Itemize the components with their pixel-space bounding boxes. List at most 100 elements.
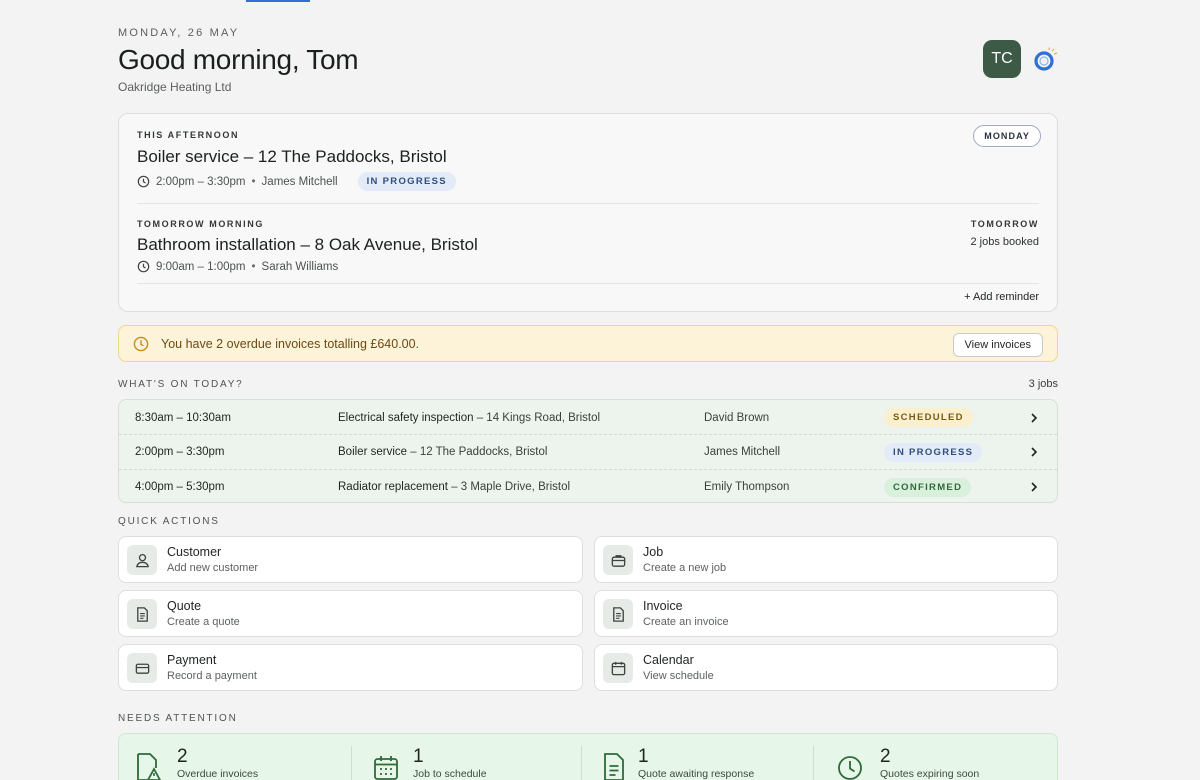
alert-text: You have 2 overdue invoices totalling £6… bbox=[161, 336, 420, 351]
tomorrow-label: TOMORROW bbox=[970, 219, 1039, 229]
chevron-right-icon[interactable] bbox=[1028, 481, 1040, 493]
status-badge: IN PROGRESS bbox=[357, 172, 456, 191]
calendar-icon bbox=[374, 756, 398, 780]
job-customer: David Brown bbox=[704, 411, 770, 424]
needs-label: Job to schedule bbox=[413, 768, 487, 780]
needs-count: 2 bbox=[880, 746, 891, 767]
current-job-kicker: THIS AFTERNOON bbox=[137, 130, 240, 140]
next-job-meta: 9:00am – 1:00pm • Sarah Williams bbox=[137, 260, 338, 273]
job-address: – 3 Maple Drive, Bristol bbox=[447, 481, 571, 493]
current-job-meta: 2:00pm – 3:30pm • James Mitchell IN PROG… bbox=[137, 172, 456, 191]
needs-attention-panel: 2 Overdue invoices 1 Job to schedule 1 Q… bbox=[118, 733, 1058, 780]
clock-icon bbox=[137, 175, 150, 188]
tomorrow-jobs-count: 2 jobs booked bbox=[970, 236, 1040, 248]
today-jobs-list: 8:30am – 10:30am Electrical safety inspe… bbox=[118, 399, 1058, 503]
document-icon bbox=[127, 599, 157, 629]
table-row[interactable]: 4:00pm – 5:30pm Radiator replacement – 3… bbox=[119, 469, 1057, 502]
needs-item-overdue-invoices[interactable]: 2 Overdue invoices bbox=[135, 734, 345, 780]
section-heading-needs-attention: NEEDS ATTENTION bbox=[118, 713, 238, 724]
needs-label: Quotes expiring soon bbox=[880, 768, 980, 780]
current-job-title[interactable]: Boiler service – 12 The Paddocks, Bristo… bbox=[137, 147, 447, 167]
needs-count: 1 bbox=[638, 746, 649, 767]
upcoming-jobs-card: MONDAY THIS AFTERNOON Boiler service – 1… bbox=[118, 113, 1058, 312]
job-type: Electrical safety inspection bbox=[338, 411, 474, 424]
current-job-time: 2:00pm – 3:30pm bbox=[156, 175, 246, 188]
table-row[interactable]: 2:00pm – 3:30pm Boiler service – 12 The … bbox=[119, 434, 1057, 469]
card-icon bbox=[127, 653, 157, 683]
divider bbox=[581, 746, 582, 780]
table-row[interactable]: 8:30am – 10:30am Electrical safety inspe… bbox=[119, 400, 1057, 435]
next-job-person: Sarah Williams bbox=[261, 260, 339, 273]
quick-action-title: Calendar bbox=[643, 653, 694, 667]
quick-action-subtitle: Create a quote bbox=[167, 616, 240, 628]
quick-action-invoice[interactable]: Invoice Create an invoice bbox=[594, 590, 1058, 637]
needs-item-quote-awaiting[interactable]: 1 Quote awaiting response bbox=[601, 734, 821, 780]
chevron-right-icon[interactable] bbox=[1028, 446, 1040, 458]
divider bbox=[813, 746, 814, 780]
job-address: – 14 Kings Road, Bristol bbox=[473, 411, 601, 424]
quick-action-quote[interactable]: Quote Create a quote bbox=[118, 590, 583, 637]
view-invoices-button[interactable]: View invoices bbox=[952, 333, 1043, 357]
add-reminder-button[interactable]: + Add reminder bbox=[964, 291, 1039, 303]
quick-action-title: Job bbox=[643, 545, 664, 559]
briefcase-icon bbox=[603, 545, 633, 575]
job-customer: James Mitchell bbox=[704, 446, 781, 458]
needs-item-job-to-schedule[interactable]: 1 Job to schedule bbox=[373, 734, 583, 780]
job-time: 2:00pm – 3:30pm bbox=[135, 446, 225, 458]
needs-count: 2 bbox=[177, 746, 188, 767]
quick-action-title: Invoice bbox=[643, 599, 683, 613]
job-type: Radiator replacement bbox=[338, 481, 448, 493]
status-badge: SCHEDULED bbox=[884, 408, 973, 427]
clock-icon bbox=[137, 260, 150, 273]
job-address: – 12 The Paddocks, Bristol bbox=[407, 446, 548, 458]
document-icon bbox=[604, 753, 624, 780]
job-description: Radiator replacement – 3 Maple Drive, Br… bbox=[338, 481, 570, 493]
clock-icon bbox=[838, 756, 862, 780]
quick-action-title: Customer bbox=[167, 545, 222, 559]
person-icon bbox=[127, 545, 157, 575]
avatar[interactable]: TC bbox=[983, 40, 1021, 78]
quick-action-title: Quote bbox=[167, 599, 202, 613]
section-heading-quick-actions: QUICK ACTIONS bbox=[118, 516, 220, 527]
separator-dot: • bbox=[251, 260, 256, 273]
overdue-alert-banner: You have 2 overdue invoices totalling £6… bbox=[118, 325, 1058, 362]
job-type: Boiler service bbox=[338, 446, 408, 458]
day-badge[interactable]: MONDAY bbox=[973, 125, 1041, 147]
job-time: 8:30am – 10:30am bbox=[135, 411, 231, 424]
current-date: MONDAY, 26 MAY bbox=[118, 27, 240, 39]
document-warning-icon bbox=[137, 753, 161, 780]
page-title: Good morning, Tom bbox=[118, 44, 359, 75]
job-description: Boiler service – 12 The Paddocks, Bristo… bbox=[338, 446, 547, 458]
needs-item-quotes-expiring[interactable]: 2 Quotes expiring soon bbox=[837, 734, 1037, 780]
divider bbox=[137, 283, 1039, 284]
today-jobs-count: 3 jobs bbox=[1028, 378, 1058, 390]
status-badge: CONFIRMED bbox=[884, 477, 972, 497]
current-job-person: James Mitchell bbox=[261, 175, 338, 188]
divider bbox=[351, 746, 352, 780]
quick-action-payment[interactable]: Payment Record a payment bbox=[118, 644, 583, 691]
quick-action-subtitle: Create a new job bbox=[643, 562, 727, 574]
chevron-right-icon[interactable] bbox=[1028, 412, 1040, 424]
quick-action-subtitle: Add new customer bbox=[167, 562, 259, 574]
quick-action-customer[interactable]: Customer Add new customer bbox=[118, 536, 583, 583]
needs-count: 1 bbox=[413, 746, 424, 767]
quick-action-subtitle: View schedule bbox=[643, 670, 714, 682]
separator-dot: • bbox=[251, 175, 256, 188]
job-customer: Emily Thompson bbox=[704, 481, 790, 493]
quick-action-subtitle: Create an invoice bbox=[643, 616, 729, 628]
quick-action-job[interactable]: Job Create a new job bbox=[594, 536, 1058, 583]
needs-label: Overdue invoices bbox=[177, 768, 259, 780]
job-description: Electrical safety inspection – 14 Kings … bbox=[338, 412, 600, 424]
clock-warning-icon bbox=[133, 336, 149, 351]
job-time: 4:00pm – 5:30pm bbox=[135, 481, 225, 493]
needs-label: Quote awaiting response bbox=[638, 768, 755, 780]
company-name: Oakridge Heating Ltd bbox=[118, 80, 232, 94]
next-job-time: 9:00am – 1:00pm bbox=[156, 260, 246, 273]
assistant-ring-icon[interactable] bbox=[1032, 47, 1058, 73]
next-job-title[interactable]: Bathroom installation – 8 Oak Avenue, Br… bbox=[137, 235, 478, 255]
quick-action-subtitle: Record a payment bbox=[167, 670, 257, 682]
quick-action-title: Payment bbox=[167, 653, 217, 667]
status-badge: IN PROGRESS bbox=[884, 442, 983, 462]
invoice-icon bbox=[603, 599, 633, 629]
quick-action-calendar[interactable]: Calendar View schedule bbox=[594, 644, 1058, 691]
